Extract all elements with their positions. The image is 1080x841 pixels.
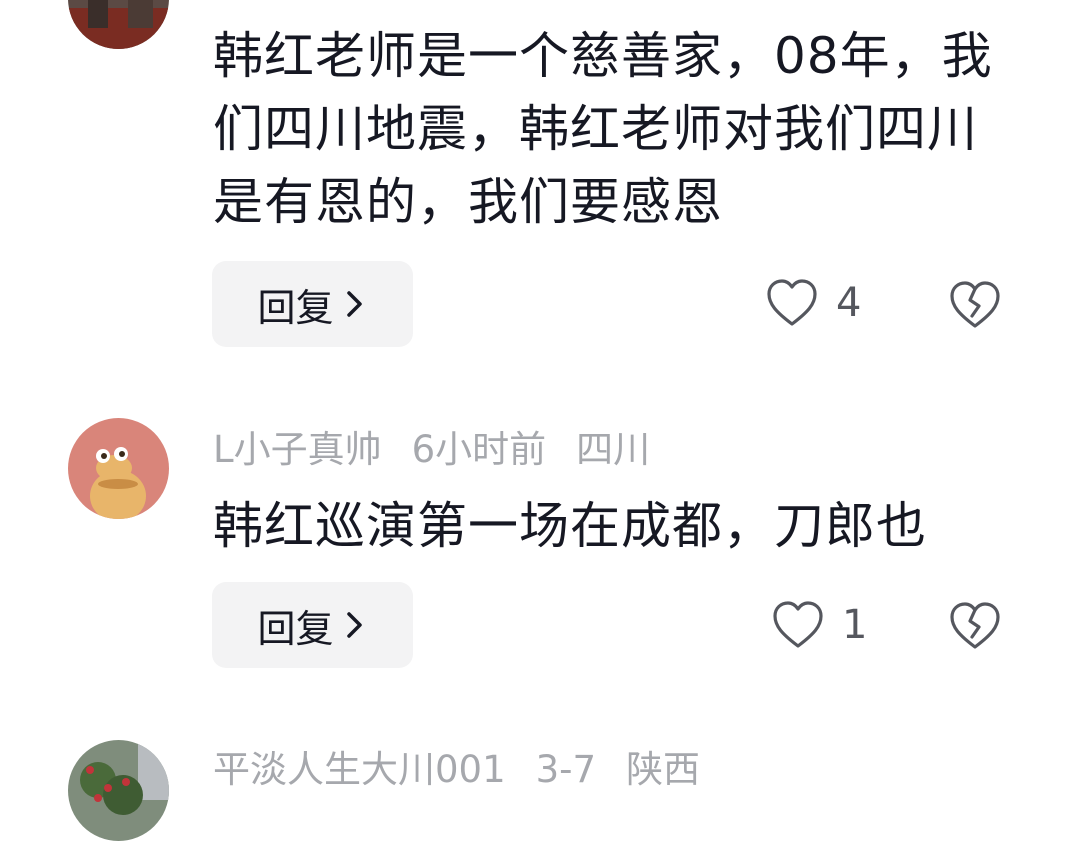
- location: 四川: [576, 428, 651, 471]
- like-count: 4: [836, 280, 862, 326]
- reply-label: 回复: [257, 285, 334, 330]
- reply-button[interactable]: 回复: [212, 261, 413, 347]
- username[interactable]: 平淡人生大川001: [213, 748, 506, 791]
- avatar[interactable]: [68, 740, 169, 841]
- heart-icon[interactable]: [772, 600, 824, 650]
- avatar[interactable]: [68, 0, 169, 49]
- comment-meta: L小子真帅 6小时前 四川: [213, 428, 680, 472]
- broken-heart-icon[interactable]: [949, 601, 1001, 651]
- comment-text: 韩红老师是一个慈善家，08年，我们四川地震，韩红老师对我们四川是有恩的，我们要感…: [213, 27, 993, 231]
- broken-heart-icon[interactable]: [949, 280, 1001, 330]
- comment-text: 韩红巡演第一场在成都，刀郎也: [213, 497, 927, 555]
- heart-icon[interactable]: [766, 278, 818, 328]
- comment-item: 韩红老师是一个慈善家，08年，我们四川地震，韩红老师对我们四川是有恩的，我们要感…: [0, 0, 1080, 380]
- chevron-right-icon: [346, 612, 362, 638]
- flower-tree-avatar-icon: [68, 740, 169, 841]
- reply-label: 回复: [257, 606, 334, 651]
- landscape-photo-avatar-icon: [68, 0, 169, 49]
- avatar[interactable]: [68, 418, 169, 519]
- comment-meta: 平淡人生大川001 3-7 陕西: [213, 748, 730, 792]
- cartoon-character-avatar-icon: [68, 418, 169, 519]
- reply-button[interactable]: 回复: [212, 582, 413, 668]
- chevron-right-icon: [346, 291, 362, 317]
- location: 陕西: [626, 748, 701, 791]
- timestamp: 3-7: [535, 748, 597, 791]
- like-count: 1: [842, 602, 868, 648]
- timestamp: 6小时前: [411, 428, 547, 471]
- username[interactable]: L小子真帅: [213, 428, 382, 471]
